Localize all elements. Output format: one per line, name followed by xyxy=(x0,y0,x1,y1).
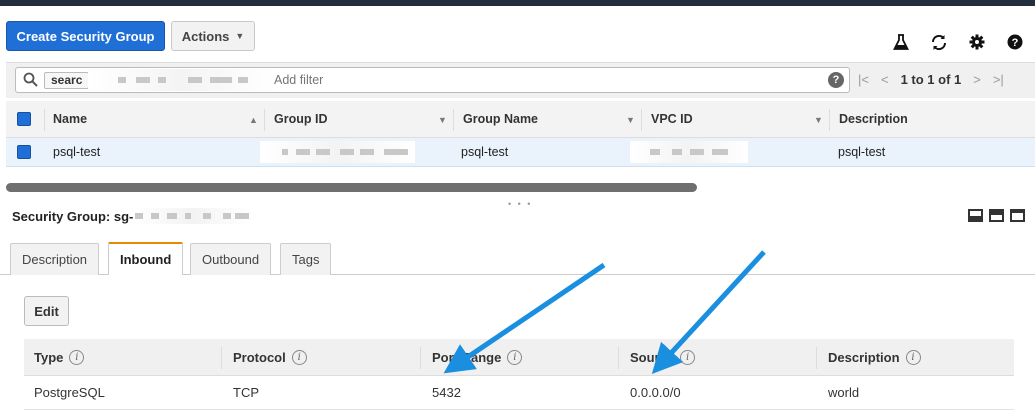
prev-page-icon[interactable]: < xyxy=(881,72,889,87)
svg-text:?: ? xyxy=(1012,37,1019,49)
info-icon[interactable]: i xyxy=(507,349,523,365)
toolbar-icons: ? xyxy=(891,34,1025,55)
rule-source: 0.0.0.0/0 xyxy=(630,385,681,400)
redacted-filter-value xyxy=(88,69,274,91)
security-groups-table: Name ▲ Group ID ▼ Group Name ▼ VPC ID ▼ … xyxy=(6,101,1035,167)
rule-type: PostgreSQL xyxy=(34,385,105,400)
info-icon[interactable]: i xyxy=(69,349,85,365)
last-page-icon[interactable]: >| xyxy=(993,72,1004,87)
details-title: Security Group: sg- xyxy=(12,208,254,224)
search-token[interactable]: searc xyxy=(44,72,90,89)
row-group-id-redacted xyxy=(260,138,415,166)
search-box[interactable]: searc ? xyxy=(15,67,850,93)
row-name: psql-test xyxy=(53,145,101,159)
row-vpc-id-redacted xyxy=(630,138,748,166)
gear-icon[interactable] xyxy=(967,34,987,55)
first-page-icon[interactable]: |< xyxy=(858,72,869,87)
search-icon xyxy=(23,72,38,91)
create-security-group-button[interactable]: Create Security Group xyxy=(6,21,165,51)
edit-rules-button[interactable]: Edit xyxy=(24,296,69,326)
rules-header-source: Source i xyxy=(630,339,696,375)
layout-bottom-panel-icon[interactable] xyxy=(968,209,983,222)
redacted-group-id xyxy=(133,208,254,224)
actions-label: Actions xyxy=(181,28,230,44)
info-icon[interactable]: i xyxy=(680,349,696,365)
select-all-checkbox[interactable] xyxy=(17,101,31,137)
flask-icon[interactable] xyxy=(891,34,911,55)
table-row[interactable]: psql-test psql-test psql-test xyxy=(6,138,1035,167)
layout-maximize-panel-icon[interactable] xyxy=(1010,209,1025,222)
details-title-prefix: Security Group: sg- xyxy=(12,208,134,224)
refresh-icon[interactable] xyxy=(929,34,949,55)
pagination-count: 1 to 1 of 1 xyxy=(900,72,962,87)
table-header: Name ▲ Group ID ▼ Group Name ▼ VPC ID ▼ … xyxy=(6,101,1035,138)
row-description: psql-test xyxy=(838,145,886,159)
filter-help-icon[interactable]: ? xyxy=(828,72,844,88)
row-group-name: psql-test xyxy=(461,145,509,159)
info-icon[interactable]: i xyxy=(905,349,921,365)
checkbox-icon xyxy=(17,112,31,126)
panel-resize-handle-icon[interactable]: • • • xyxy=(508,199,532,209)
next-page-icon[interactable]: > xyxy=(973,72,981,87)
sort-icon[interactable]: ▼ xyxy=(626,115,635,125)
rules-header-protocol: Protocol i xyxy=(233,339,307,375)
panel-layout-controls xyxy=(968,209,1025,222)
inbound-rules-table: Type i Protocol i Port Range i Source i Desc… xyxy=(24,339,1014,410)
details-tabs: Description Inbound Outbound Tags xyxy=(0,242,1035,275)
pagination: |< < 1 to 1 of 1 > >| xyxy=(858,72,1004,87)
rules-header-port-range: Port Range i xyxy=(432,339,523,375)
layout-split-panel-icon[interactable] xyxy=(989,209,1004,222)
column-header-group-id[interactable]: Group ID xyxy=(274,101,327,137)
sort-icon[interactable]: ▼ xyxy=(438,115,447,125)
sort-icon[interactable]: ▼ xyxy=(814,115,823,125)
chevron-down-icon: ▼ xyxy=(235,31,245,41)
actions-dropdown-button[interactable]: Actions ▼ xyxy=(171,21,255,51)
column-header-name[interactable]: Name xyxy=(53,101,87,137)
rule-protocol: TCP xyxy=(233,385,259,400)
tab-outbound[interactable]: Outbound xyxy=(190,243,272,275)
info-icon[interactable]: i xyxy=(291,349,307,365)
rule-port-range: 5432 xyxy=(432,385,461,400)
filter-input[interactable] xyxy=(274,71,814,89)
filter-bar: searc ? |< < 1 to 1 of 1 > >| xyxy=(6,62,1035,98)
column-header-group-name[interactable]: Group Name xyxy=(463,101,538,137)
help-circle-icon[interactable]: ? xyxy=(1005,34,1025,55)
rules-header-description: Description i xyxy=(828,339,921,375)
horizontal-scrollbar[interactable] xyxy=(6,183,697,192)
column-header-description[interactable]: Description xyxy=(839,101,908,137)
column-header-vpc-id[interactable]: VPC ID xyxy=(651,101,693,137)
row-checkbox[interactable] xyxy=(17,138,31,166)
sort-asc-icon[interactable]: ▲ xyxy=(249,115,258,125)
table-row: PostgreSQL TCP 5432 0.0.0.0/0 world xyxy=(24,376,1014,410)
checkbox-icon xyxy=(17,145,31,159)
rules-table-header: Type i Protocol i Port Range i Source i Desc… xyxy=(24,339,1014,376)
top-nav-bar xyxy=(0,0,1035,6)
rule-description: world xyxy=(828,385,860,400)
tab-tags[interactable]: Tags xyxy=(280,243,332,275)
tab-description[interactable]: Description xyxy=(10,243,100,275)
rules-header-type: Type i xyxy=(34,339,85,375)
tab-inbound[interactable]: Inbound xyxy=(108,242,184,275)
